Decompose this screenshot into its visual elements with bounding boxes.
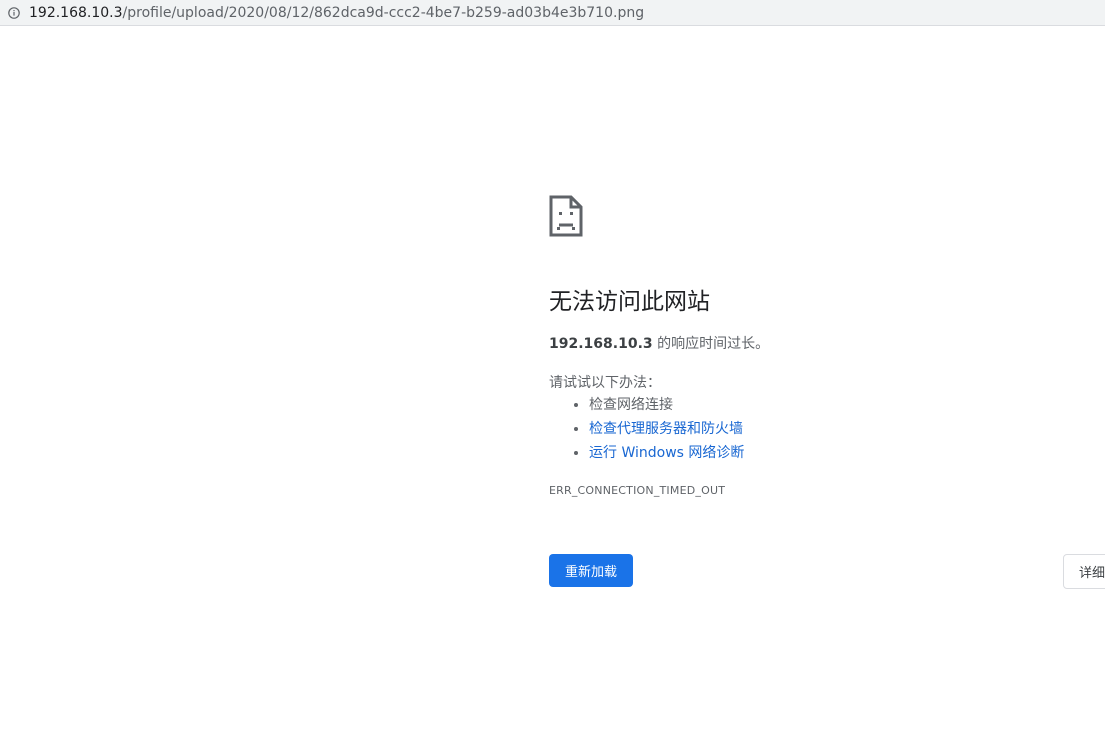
list-item: 检查代理服务器和防火墙 [589,417,744,441]
error-message: 192.168.10.3 的响应时间过长。 [549,333,769,353]
error-host: 192.168.10.3 [549,336,653,352]
suggestion-check-proxy-link[interactable]: 检查代理服务器和防火墙 [589,421,743,437]
error-message-suffix: 的响应时间过长。 [652,336,770,352]
url-text[interactable]: 192.168.10.3/profile/upload/2020/08/12/8… [29,5,644,21]
suggestion-check-network: 检查网络连接 [589,397,673,413]
error-code: ERR_CONNECTION_TIMED_OUT [549,484,726,497]
details-button[interactable]: 详细 [1063,554,1105,589]
list-item: 检查网络连接 [589,393,744,417]
url-path: /profile/upload/2020/08/12/862dca9d-ccc2… [122,4,645,21]
browser-error-page: 192.168.10.3/profile/upload/2020/08/12/8… [0,0,1105,740]
reload-button[interactable]: 重新加载 [549,554,634,587]
list-item: 运行 Windows 网络诊断 [589,441,744,465]
suggestions-list: 检查网络连接 检查代理服务器和防火墙 运行 Windows 网络诊断 [569,393,744,465]
info-icon[interactable] [8,6,20,19]
url-host: 192.168.10.3 [29,4,123,21]
suggestion-windows-diagnostics-link[interactable]: 运行 Windows 网络诊断 [589,445,744,461]
address-bar[interactable]: 192.168.10.3/profile/upload/2020/08/12/8… [0,0,1105,26]
suggestions-label: 请试试以下办法： [549,375,661,391]
error-title: 无法访问此网站 [549,289,710,315]
sad-page-icon [549,195,583,237]
